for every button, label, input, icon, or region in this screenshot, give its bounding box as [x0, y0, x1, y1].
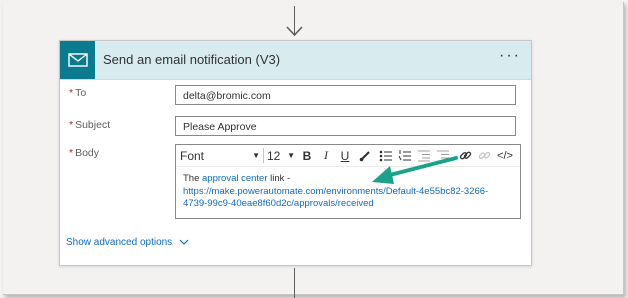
body-content[interactable]: The approval center link - https://make.… [176, 167, 520, 211]
chevron-down-icon [179, 239, 189, 245]
font-size-value: 12 [267, 148, 281, 163]
to-label: * To [69, 87, 86, 99]
subject-field[interactable]: Please Approve [175, 116, 516, 136]
more-icon[interactable]: ··· [499, 47, 521, 65]
font-size-select[interactable]: 12 ▼ [267, 147, 295, 164]
unlink-icon[interactable] [476, 147, 492, 164]
arrow-down-icon [286, 26, 303, 37]
editor-toolbar: Font ▼ 12 ▼ B I U </> [176, 145, 520, 167]
action-title: Send an email notification (V3) [103, 52, 281, 67]
chevron-down-icon: ▼ [252, 151, 260, 160]
body-label: * Body [69, 147, 99, 159]
annotation-arrow [372, 156, 458, 184]
chevron-down-icon: ▼ [287, 151, 295, 160]
body-text-suffix: link - [267, 173, 291, 184]
required-marker: * [69, 87, 74, 99]
code-view-button[interactable]: </> [495, 147, 515, 164]
bold-button[interactable]: B [300, 147, 314, 164]
mail-icon [60, 41, 95, 79]
required-marker: * [69, 147, 74, 159]
font-select-value: Font [180, 148, 205, 163]
to-label-text: To [75, 87, 87, 99]
underline-button[interactable]: U [338, 147, 352, 164]
show-advanced-options-label: Show advanced options [66, 237, 173, 248]
action-card-header[interactable]: Send an email notification (V3) ··· [60, 41, 531, 80]
body-text-prefix: The [183, 173, 203, 184]
connector-line-bottom [294, 268, 295, 298]
approval-center-link[interactable]: approval center [202, 173, 267, 184]
subject-label-text: Subject [75, 119, 111, 131]
italic-button[interactable]: I [319, 147, 333, 164]
body-label-text: Body [75, 147, 100, 159]
subject-label: * Subject [69, 119, 110, 131]
body-editor[interactable]: Font ▼ 12 ▼ B I U </> The approval cente… [175, 144, 521, 219]
to-field[interactable]: delta@bromic.com [175, 85, 516, 105]
font-select[interactable]: Font ▼ [180, 147, 262, 164]
show-advanced-options[interactable]: Show advanced options [66, 237, 189, 248]
approval-url-line-2[interactable]: 4739-99c9-40eae8f60d2c/approvals/receive… [183, 198, 374, 209]
required-marker: * [69, 119, 74, 131]
flow-canvas: Send an email notification (V3) ··· * To … [3, 2, 624, 298]
toolbar-divider [263, 148, 264, 163]
